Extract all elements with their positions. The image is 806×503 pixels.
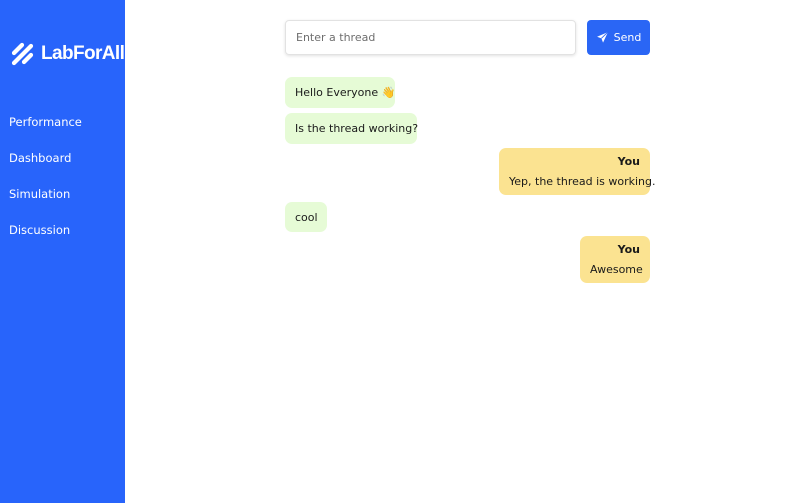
message-incoming: Is the thread working? (285, 113, 419, 144)
thread-input[interactable] (286, 21, 575, 54)
brand-name: LabForAll (41, 43, 125, 64)
message-text: Hello Everyone 👋 (295, 86, 396, 99)
sidebar-item-dashboard[interactable]: Dashboard (9, 151, 71, 165)
message-text: cool (295, 210, 318, 224)
sidebar-item-performance[interactable]: Performance (9, 115, 82, 129)
send-button[interactable]: Send (587, 20, 650, 55)
send-button-label: Send (613, 31, 642, 44)
message-text: Yep, the thread is working. (509, 175, 656, 188)
logo-mark-icon (11, 42, 34, 66)
message-text: Is the thread working? (295, 122, 419, 135)
message-author: You (617, 155, 640, 168)
message-text: Awesome (590, 263, 643, 276)
paper-plane-icon (596, 31, 608, 43)
sidebar-item-simulation[interactable]: Simulation (9, 187, 70, 201)
message-incoming: Hello Everyone 👋 (285, 77, 395, 108)
sidebar-item-discussion[interactable]: Discussion (9, 223, 70, 237)
brand-logo[interactable]: LabForAll (10, 41, 125, 67)
message-outgoing: You Yep, the thread is working. (499, 148, 656, 195)
thread-input-container (285, 20, 576, 55)
sidebar: LabForAll Performance Dashboard Simulati… (0, 0, 125, 503)
message-outgoing: You Awesome (580, 236, 650, 283)
message-author: You (617, 243, 640, 256)
message-incoming: cool (285, 202, 327, 232)
